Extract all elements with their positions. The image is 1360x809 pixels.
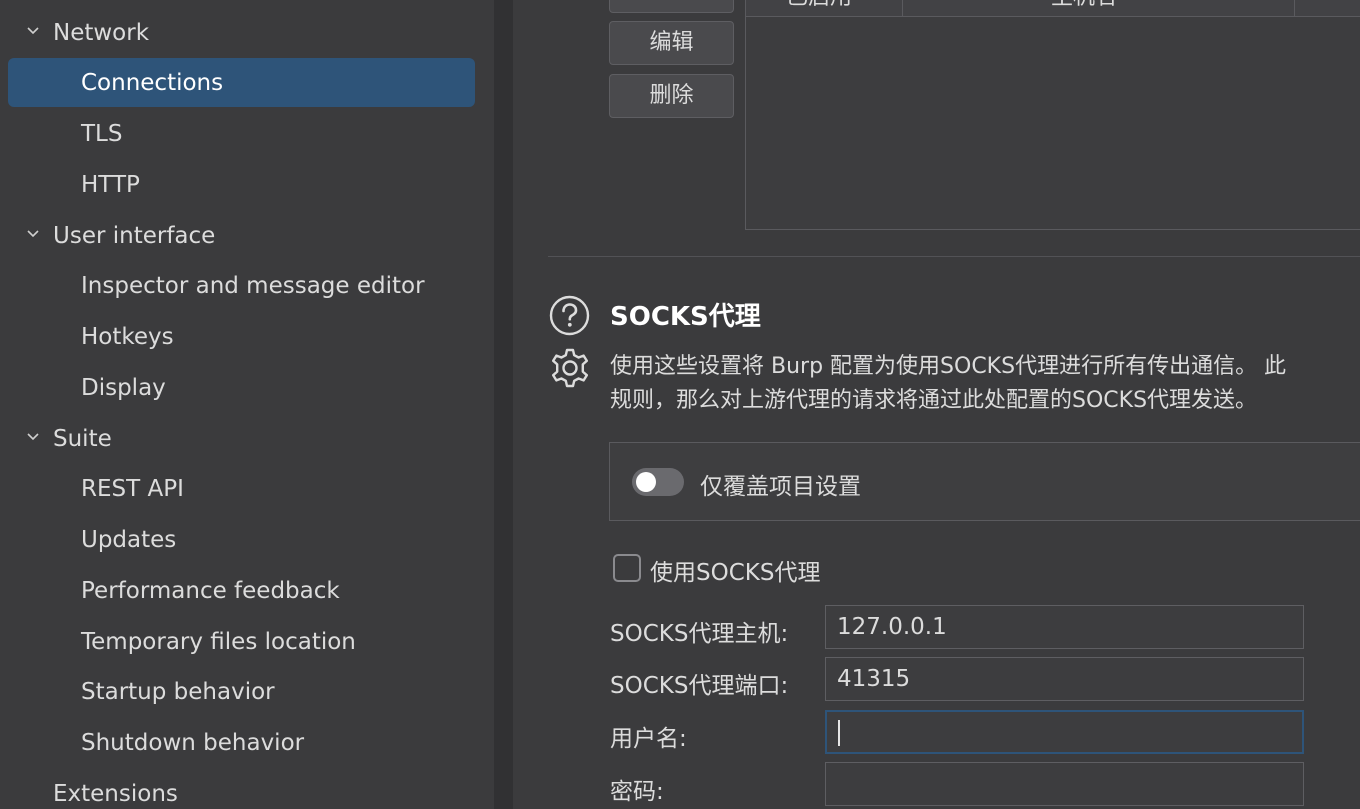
sidebar-group-user-interface[interactable]: User interface: [27, 221, 216, 251]
sidebar-group-extensions[interactable]: Extensions: [53, 779, 178, 809]
gear-icon[interactable]: [549, 347, 591, 389]
username-label: 用户名:: [610, 726, 687, 752]
sidebar-item-shutdown[interactable]: Shutdown behavior: [81, 728, 304, 758]
sidebar-item-label: Temporary files location: [81, 629, 356, 655]
column-header-enabled[interactable]: 已启用: [786, 0, 852, 11]
sidebar-group-label: Network: [53, 20, 150, 46]
password-input[interactable]: [825, 762, 1304, 806]
socks-host-label: SOCKS代理主机:: [610, 621, 789, 647]
sidebar-group-label: Suite: [53, 426, 112, 452]
sidebar-item-label: REST API: [81, 476, 184, 502]
sidebar-item-label: Inspector and message editor: [81, 273, 425, 299]
override-toggle[interactable]: [632, 468, 684, 496]
sidebar-item-inspector[interactable]: Inspector and message editor: [81, 271, 425, 301]
sidebar-item-label: Startup behavior: [81, 679, 275, 705]
use-socks-label[interactable]: 使用SOCKS代理: [650, 553, 820, 587]
sidebar-item-startup[interactable]: Startup behavior: [81, 677, 275, 707]
sidebar-item-connections[interactable]: Connections: [81, 68, 223, 98]
add-button[interactable]: 添加: [609, 0, 734, 13]
socks-section-title: SOCKS代理: [610, 302, 761, 332]
chevron-down-icon[interactable]: [27, 230, 39, 238]
sidebar-group-suite[interactable]: Suite: [27, 424, 112, 454]
column-separator[interactable]: [1294, 0, 1295, 16]
socks-host-input[interactable]: 127.0.0.1: [825, 605, 1304, 649]
sidebar-item-label: TLS: [81, 121, 123, 147]
chevron-down-icon[interactable]: [27, 27, 39, 35]
settings-sidebar: Network Connections TLS HTTP User interf…: [0, 0, 494, 809]
toggle-knob: [636, 472, 656, 492]
use-socks-checkbox[interactable]: [613, 554, 641, 582]
sidebar-group-label: User interface: [53, 223, 216, 249]
sidebar-item-temporary-files[interactable]: Temporary files location: [81, 627, 356, 657]
chevron-down-icon[interactable]: [27, 433, 39, 441]
sidebar-item-label: Connections: [81, 70, 224, 96]
sidebar-item-label: Hotkeys: [81, 324, 174, 350]
sidebar-item-updates[interactable]: Updates: [81, 525, 176, 555]
column-separator[interactable]: [902, 0, 903, 16]
help-circle-icon[interactable]: [549, 295, 590, 336]
column-header-host[interactable]: 主机名: [1051, 0, 1117, 11]
selection-highlight: [8, 58, 475, 107]
socks-description-line-1: 使用这些设置将 Burp 配置为使用SOCKS代理进行所有传出通信。 此: [610, 354, 1287, 379]
upstream-proxy-table[interactable]: 已启用 主机名: [745, 0, 1360, 230]
sidebar-group-network[interactable]: Network: [27, 18, 150, 48]
settings-main-panel: 添加 编辑 删除 已启用 主机名 SOCKS代理 使用这些设置将 Burp 配置…: [513, 0, 1360, 809]
sidebar-item-rest-api[interactable]: REST API: [81, 474, 184, 504]
socks-port-label: SOCKS代理端口:: [610, 673, 789, 699]
sidebar-item-label: Display: [81, 375, 166, 401]
sidebar-item-tls[interactable]: TLS: [81, 119, 122, 149]
sidebar-item-hotkeys[interactable]: Hotkeys: [81, 322, 174, 352]
project-override-panel: 仅覆盖项目设置: [609, 442, 1360, 521]
sidebar-item-performance-feedback[interactable]: Performance feedback: [81, 576, 340, 606]
password-label: 密码:: [610, 779, 664, 805]
socks-description-line-2: 规则，那么对上游代理的请求将通过此处配置的SOCKS代理发送。: [610, 388, 1258, 413]
override-toggle-label: 仅覆盖项目设置: [700, 474, 861, 500]
sidebar-group-label: Extensions: [53, 781, 178, 807]
sidebar-item-label: Updates: [81, 527, 177, 553]
text-caret: [838, 720, 840, 746]
socks-port-input[interactable]: 41315: [825, 657, 1304, 701]
table-header: 已启用 主机名: [746, 0, 1360, 17]
panel-splitter[interactable]: [494, 0, 513, 809]
sidebar-item-display[interactable]: Display: [81, 373, 166, 403]
edit-button[interactable]: 编辑: [609, 21, 734, 65]
remove-button[interactable]: 删除: [609, 74, 734, 118]
sidebar-item-http[interactable]: HTTP: [81, 170, 140, 200]
sidebar-item-label: Performance feedback: [81, 578, 340, 604]
sidebar-item-label: HTTP: [81, 172, 140, 198]
username-input[interactable]: [825, 710, 1304, 754]
section-divider: [548, 256, 1360, 257]
sidebar-item-label: Shutdown behavior: [81, 730, 305, 756]
